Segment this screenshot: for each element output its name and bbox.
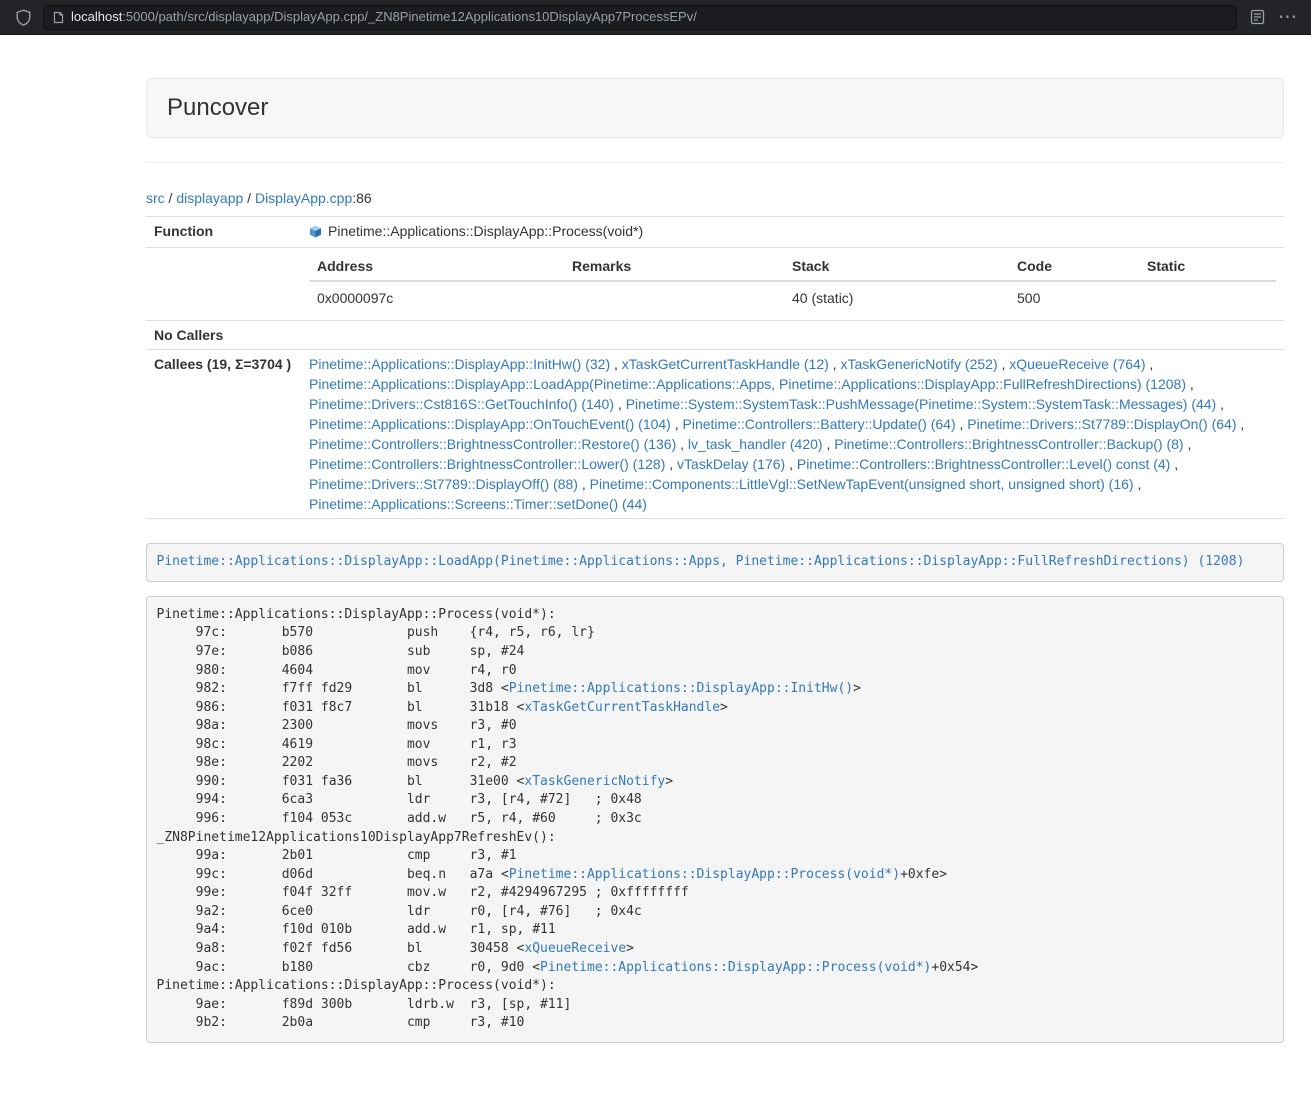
page-content: Puncover src / displayapp / DisplayApp.c… [0, 35, 1311, 1103]
stats-cell: AddressRemarksStackCodeStatic 0x0000097c… [301, 248, 1284, 321]
stats-row-spacer [146, 248, 301, 321]
breadcrumb-link[interactable]: displayapp [176, 190, 243, 206]
breadcrumb: src / displayapp / DisplayApp.cpp:86 [146, 188, 1284, 208]
asm-symbol-link[interactable]: xQueueReceive [524, 941, 626, 956]
no-callers-cell [301, 321, 1284, 350]
callee-link[interactable]: Pinetime::Controllers::BrightnessControl… [834, 436, 1183, 452]
callee-link[interactable]: Pinetime::Drivers::St7789::DisplayOn() (… [967, 416, 1236, 432]
callee-link[interactable]: Pinetime::Drivers::St7789::DisplayOff() … [309, 476, 578, 492]
function-row: Function Pinetime::Applications::Display… [146, 217, 1284, 248]
url-path: :5000/path/src/displayapp/DisplayApp.cpp… [122, 9, 697, 24]
callee-link[interactable]: Pinetime::Controllers::BrightnessControl… [309, 436, 676, 452]
callee-link[interactable]: Pinetime::Applications::DisplayApp::Load… [309, 376, 1186, 392]
asm-symbol-link[interactable]: Pinetime::Applications::DisplayApp::Init… [509, 681, 853, 696]
function-table: Function Pinetime::Applications::Display… [146, 216, 1284, 519]
callees-row: Callees (19, Σ=3704 ) Pinetime::Applicat… [146, 350, 1284, 519]
page-icon [53, 11, 64, 24]
stats-table: AddressRemarksStackCodeStatic 0x0000097c… [309, 252, 1276, 316]
callee-link[interactable]: Pinetime::Controllers::BrightnessControl… [797, 456, 1170, 472]
callee-link[interactable]: xQueueReceive (764) [1009, 356, 1145, 372]
no-callers-row: No Callers [146, 321, 1284, 350]
stats-value-cell [564, 281, 784, 316]
page-title: Puncover [167, 91, 1263, 125]
disassembly: Pinetime::Applications::DisplayApp::Proc… [146, 596, 1284, 1043]
callee-link[interactable]: Pinetime::Drivers::Cst816S::GetTouchInfo… [309, 396, 614, 412]
stats-value-cell: 0x0000097c [309, 281, 564, 316]
callees-cell: Pinetime::Applications::DisplayApp::Init… [301, 350, 1284, 519]
url-bar[interactable]: localhost:5000/path/src/displayapp/Displ… [43, 5, 1237, 30]
callee-link[interactable]: Pinetime::System::SystemTask::PushMessag… [626, 396, 1217, 412]
reader-view-icon[interactable] [1246, 6, 1268, 28]
asm-symbol-link[interactable]: xTaskGetCurrentTaskHandle [524, 700, 720, 715]
stats-value-cell [1139, 281, 1276, 316]
stats-value-cell: 40 (static) [784, 281, 1009, 316]
callee-link[interactable]: vTaskDelay (176) [677, 456, 785, 472]
source-snippet-link[interactable]: Pinetime::Applications::DisplayApp::Load… [157, 554, 1245, 569]
asm-symbol-link[interactable]: xTaskGenericNotify [524, 774, 665, 789]
callee-link[interactable]: Pinetime::Applications::DisplayApp::Init… [309, 356, 610, 372]
callee-link[interactable]: Pinetime::Applications::DisplayApp::OnTo… [309, 416, 671, 432]
callee-link[interactable]: Pinetime::Controllers::BrightnessControl… [309, 456, 665, 472]
browser-chrome: localhost:5000/path/src/displayapp/Displ… [0, 0, 1311, 35]
stats-header-cell: Static [1139, 252, 1276, 281]
callee-link[interactable]: lv_task_handler (420) [688, 436, 823, 452]
stats-header-cell: Remarks [564, 252, 784, 281]
function-symbol-icon [309, 223, 322, 243]
function-name-cell: Pinetime::Applications::DisplayApp::Proc… [301, 217, 1284, 248]
asm-symbol-link[interactable]: Pinetime::Applications::DisplayApp::Proc… [509, 867, 900, 882]
stats-row: AddressRemarksStackCodeStatic 0x0000097c… [146, 248, 1284, 321]
url-host: localhost [71, 9, 122, 24]
callee-link[interactable]: Pinetime::Applications::Screens::Timer::… [309, 496, 647, 512]
stats-header-cell: Code [1009, 252, 1139, 281]
stats-header-cell: Stack [784, 252, 1009, 281]
stats-value-cell: 500 [1009, 281, 1139, 316]
no-callers-label: No Callers [146, 321, 301, 350]
stats-header-cell: Address [309, 252, 564, 281]
shield-icon[interactable] [12, 6, 34, 28]
callees-label: Callees (19, Σ=3704 ) [146, 350, 301, 519]
app-header: Puncover [146, 78, 1284, 138]
function-label: Function [146, 217, 301, 248]
url-text: localhost:5000/path/src/displayapp/Displ… [71, 8, 697, 27]
callee-link[interactable]: xTaskGenericNotify (252) [840, 356, 997, 372]
breadcrumb-link[interactable]: src [146, 190, 165, 206]
function-name: Pinetime::Applications::DisplayApp::Proc… [328, 223, 643, 239]
divider [146, 162, 1284, 163]
breadcrumb-link[interactable]: DisplayApp.cpp [255, 190, 352, 206]
caller-snippet: Pinetime::Applications::DisplayApp::Load… [146, 543, 1284, 582]
callee-link[interactable]: Pinetime::Components::LittleVgl::SetNewT… [590, 476, 1134, 492]
asm-symbol-link[interactable]: Pinetime::Applications::DisplayApp::Proc… [540, 960, 931, 975]
stats-header-row: AddressRemarksStackCodeStatic [309, 252, 1276, 281]
menu-dots-icon[interactable]: ⋯ [1277, 6, 1299, 28]
callee-link[interactable]: xTaskGetCurrentTaskHandle (12) [622, 356, 829, 372]
stats-value-row: 0x0000097c 40 (static)500 [309, 281, 1276, 316]
callee-link[interactable]: Pinetime::Controllers::Battery::Update()… [683, 416, 956, 432]
